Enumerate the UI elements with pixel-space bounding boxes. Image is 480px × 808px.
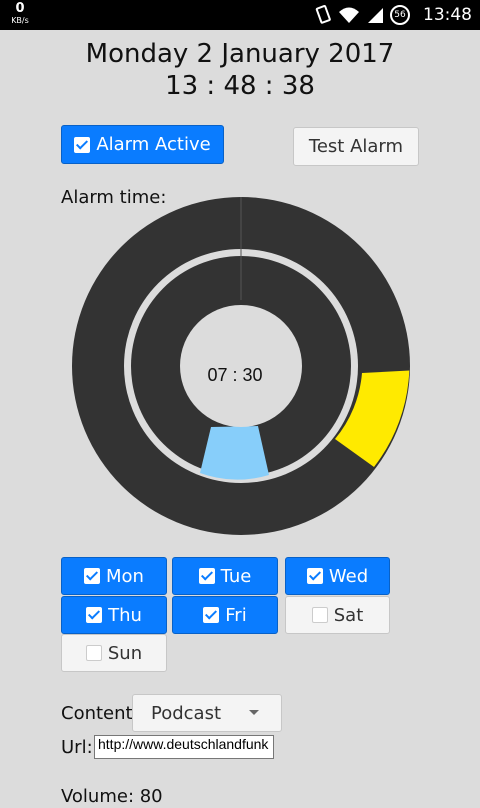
content-label: Content: — [61, 703, 139, 724]
test-alarm-button[interactable]: Test Alarm — [293, 127, 419, 166]
day-label: Tue — [220, 565, 252, 587]
content-select[interactable]: Podcast — [132, 694, 282, 732]
day-toggle-fri[interactable]: Fri — [172, 596, 278, 634]
battery-icon: 56 — [390, 5, 410, 25]
test-alarm-label: Test Alarm — [308, 136, 404, 157]
day-label: Wed — [328, 565, 369, 587]
url-label: Url: — [61, 737, 93, 758]
day-label: Thu — [108, 604, 142, 626]
chevron-down-icon — [249, 710, 259, 715]
vibrate-icon — [315, 5, 331, 24]
day-toggle-tue[interactable]: Tue — [172, 557, 278, 595]
checkbox-icon — [198, 568, 215, 584]
checkbox-icon — [306, 568, 323, 584]
alarm-active-label: Alarm Active — [96, 134, 211, 155]
volume-label: Volume: 80 — [61, 786, 163, 807]
signal-icon — [368, 8, 383, 23]
content-select-value: Podcast — [151, 703, 222, 724]
day-label: Fri — [225, 604, 247, 626]
network-speed-value: 0 — [15, 1, 25, 16]
day-toggle-mon[interactable]: Mon — [61, 557, 167, 595]
checkbox-icon — [74, 136, 91, 153]
checkbox-icon — [84, 568, 101, 584]
status-icons: 56 — [314, 5, 410, 25]
day-toggle-wed[interactable]: Wed — [285, 557, 390, 595]
network-speed-unit: KB/s — [11, 16, 29, 25]
day-toggle-sun[interactable]: Sun — [61, 634, 167, 672]
alarm-time-dial[interactable]: 07 : 30 — [72, 197, 410, 535]
network-speed: 0 KB/s — [10, 1, 30, 26]
checkbox-icon — [203, 607, 220, 623]
day-label: Sun — [107, 642, 143, 664]
day-label: Mon — [106, 565, 144, 587]
alarm-active-toggle[interactable]: Alarm Active — [61, 125, 224, 164]
current-date: Monday 2 January 2017 — [85, 39, 395, 69]
selected-alarm-time: 07 : 30 — [207, 365, 262, 385]
minute-selection-segment — [200, 426, 269, 480]
wifi-icon — [339, 7, 359, 23]
url-input[interactable]: http://www.deutschlandfunk — [94, 735, 274, 759]
day-toggle-thu[interactable]: Thu — [61, 596, 167, 634]
status-bar: 0 KB/s 56 13:48 — [0, 0, 480, 30]
day-label: Sat — [333, 604, 364, 626]
checkbox-icon — [311, 607, 328, 623]
checkbox-icon — [85, 645, 102, 661]
day-toggle-sat[interactable]: Sat — [285, 596, 390, 634]
status-time: 13:48 — [423, 5, 472, 25]
checkbox-icon — [86, 607, 103, 623]
current-time: 13 : 48 : 38 — [165, 71, 315, 101]
